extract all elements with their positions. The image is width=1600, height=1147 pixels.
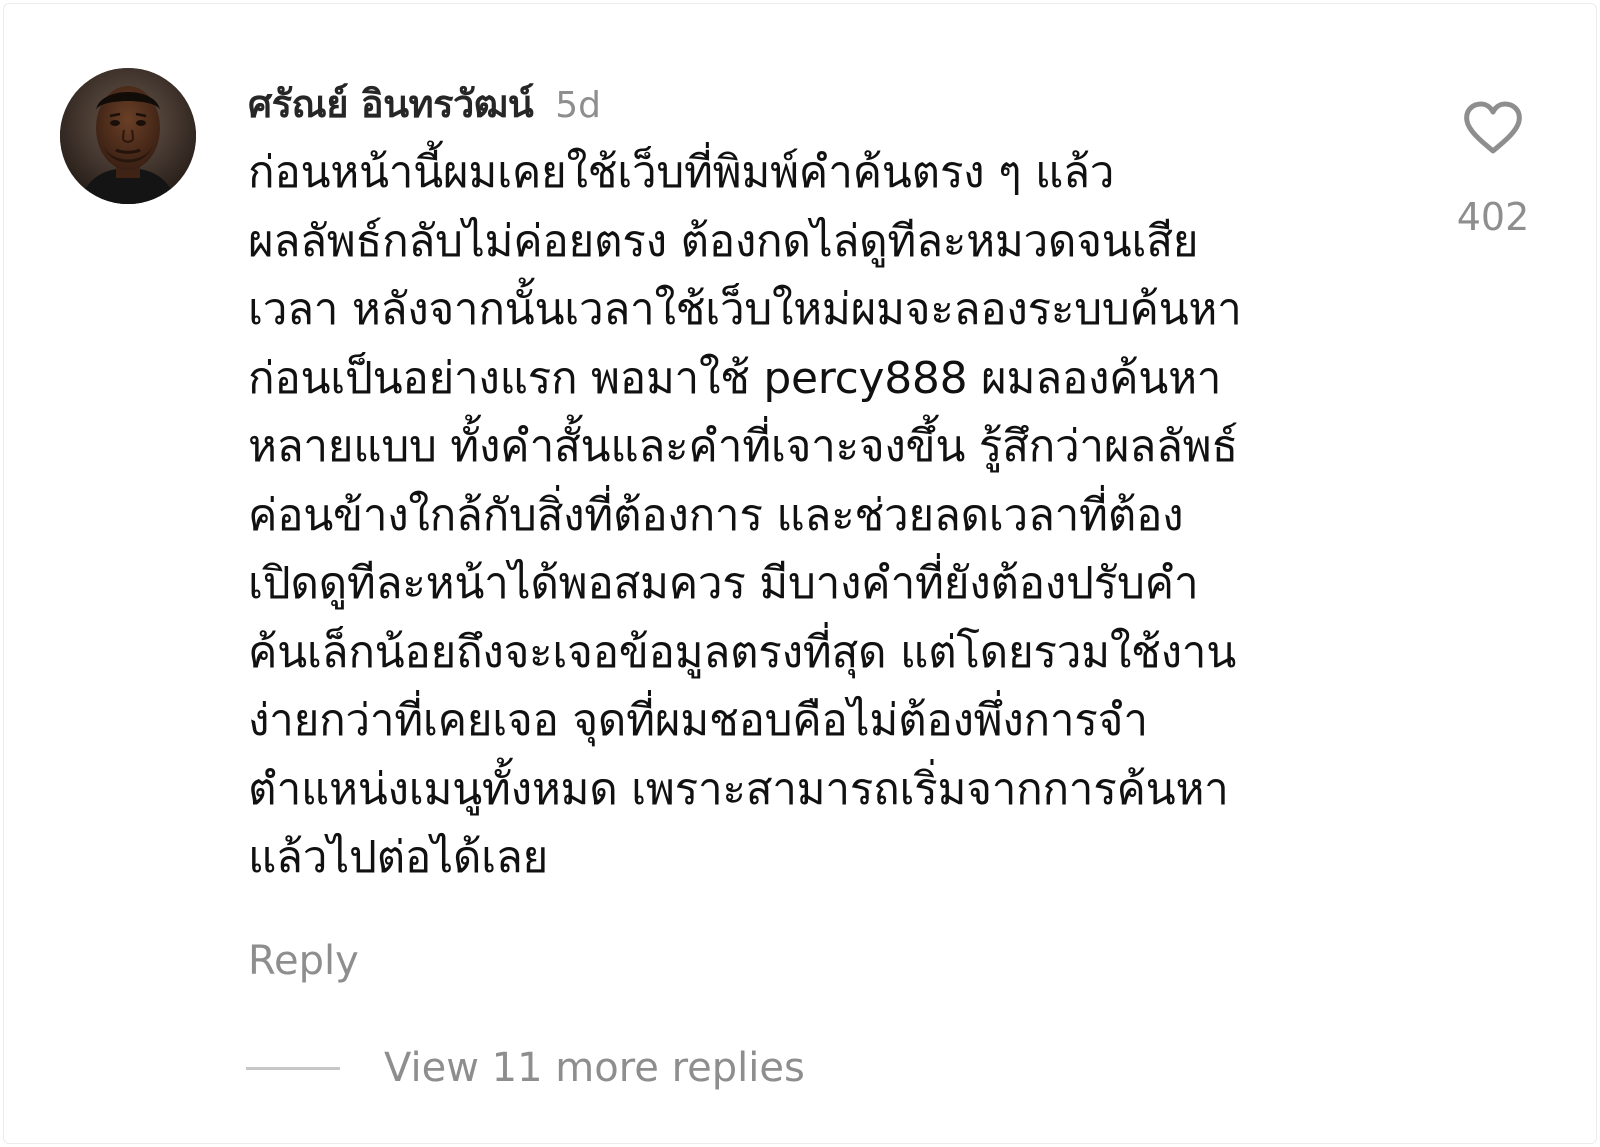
author-name[interactable]: ศรัณย์ อินทรวัฒน์ bbox=[248, 73, 534, 134]
comment-card: ศรัณย์ อินทรวัฒน์ 5d ก่อนหน้านี้ผมเคยใช้… bbox=[3, 3, 1597, 1144]
avatar[interactable] bbox=[60, 68, 196, 204]
avatar-portrait-icon bbox=[60, 68, 196, 204]
view-more-replies-button[interactable]: View 11 more replies bbox=[246, 1045, 805, 1091]
replies-divider bbox=[246, 1066, 340, 1070]
comment-meta: ศรัณย์ อินทรวัฒน์ 5d bbox=[248, 73, 1418, 135]
like-control: 402 bbox=[1443, 101, 1543, 239]
heart-outline-icon[interactable] bbox=[1463, 101, 1523, 155]
comment-text: ก่อนหน้านี้ผมเคยใช้เว็บที่พิมพ์คำค้นตรง … bbox=[248, 147, 1242, 883]
comment-content: ศรัณย์ อินทรวัฒน์ 5d ก่อนหน้านี้ผมเคยใช้… bbox=[248, 73, 1418, 893]
like-count: 402 bbox=[1456, 195, 1530, 239]
comment-age: 5d bbox=[555, 85, 601, 126]
reply-button[interactable]: Reply bbox=[248, 938, 359, 984]
view-more-replies-label: View 11 more replies bbox=[384, 1045, 805, 1091]
